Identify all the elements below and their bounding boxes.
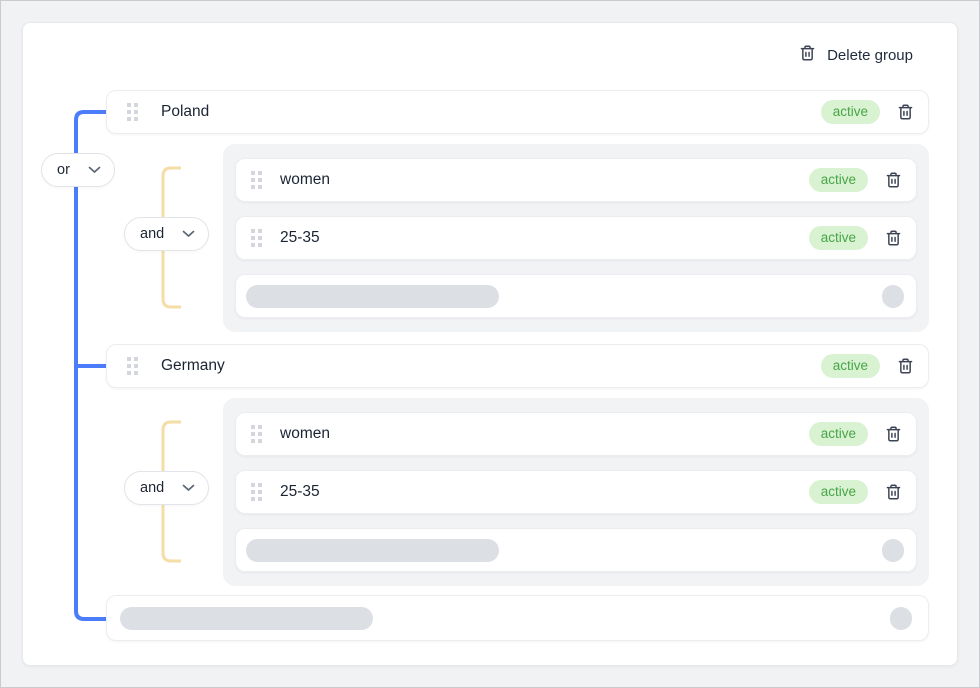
chevron-down-icon [182, 480, 195, 496]
delete-row-button[interactable] [897, 103, 914, 121]
delete-group-button[interactable]: Delete group [799, 43, 913, 67]
status-badge[interactable]: active [809, 168, 868, 192]
rule-label: women [280, 171, 330, 189]
rule-label: women [280, 425, 330, 443]
loading-group-row [106, 595, 929, 641]
rule-group-panel-germany: women active 25-35 active [223, 398, 929, 586]
loading-rule-row [235, 274, 917, 318]
query-builder-card: Delete group or Poland active [22, 22, 958, 666]
group-operator-select-germany[interactable]: and [124, 471, 209, 505]
group-name: Germany [161, 357, 225, 375]
skeleton-pill [882, 539, 904, 562]
skeleton-pill [890, 607, 912, 630]
delete-row-button[interactable] [897, 357, 914, 375]
status-badge[interactable]: active [809, 422, 868, 446]
skeleton-pill [882, 285, 904, 308]
rule-row-women: women active [235, 412, 917, 456]
root-operator-select[interactable]: or [41, 153, 115, 187]
rule-row-25-35: 25-35 active [235, 470, 917, 514]
drag-handle-icon[interactable] [127, 103, 138, 121]
chevron-down-icon [182, 226, 195, 242]
group-operator-select-poland[interactable]: and [124, 217, 209, 251]
rule-group-panel-poland: women active 25-35 active [223, 144, 929, 332]
delete-row-button[interactable] [885, 425, 902, 443]
rule-label: 25-35 [280, 229, 320, 247]
status-badge[interactable]: active [821, 354, 880, 378]
skeleton-bar [120, 607, 373, 630]
delete-row-button[interactable] [885, 229, 902, 247]
drag-handle-icon[interactable] [251, 425, 262, 443]
root-operator-value: or [57, 162, 70, 178]
status-badge[interactable]: active [821, 100, 880, 124]
drag-handle-icon[interactable] [251, 171, 262, 189]
trash-icon [799, 44, 816, 66]
status-badge[interactable]: active [809, 226, 868, 250]
skeleton-bar [246, 539, 499, 562]
rule-row-women: women active [235, 158, 917, 202]
loading-rule-row [235, 528, 917, 572]
page: Delete group or Poland active [0, 0, 980, 688]
delete-row-button[interactable] [885, 171, 902, 189]
rule-label: 25-35 [280, 483, 320, 501]
group-row-poland: Poland active [106, 90, 929, 134]
delete-group-label: Delete group [827, 47, 913, 64]
group-operator-value: and [140, 226, 164, 242]
group-name: Poland [161, 103, 209, 121]
drag-handle-icon[interactable] [127, 357, 138, 375]
drag-handle-icon[interactable] [251, 229, 262, 247]
status-badge[interactable]: active [809, 480, 868, 504]
chevron-down-icon [88, 162, 101, 178]
delete-row-button[interactable] [885, 483, 902, 501]
skeleton-bar [246, 285, 499, 308]
rule-row-25-35: 25-35 active [235, 216, 917, 260]
group-operator-value: and [140, 480, 164, 496]
drag-handle-icon[interactable] [251, 483, 262, 501]
group-row-germany: Germany active [106, 344, 929, 388]
